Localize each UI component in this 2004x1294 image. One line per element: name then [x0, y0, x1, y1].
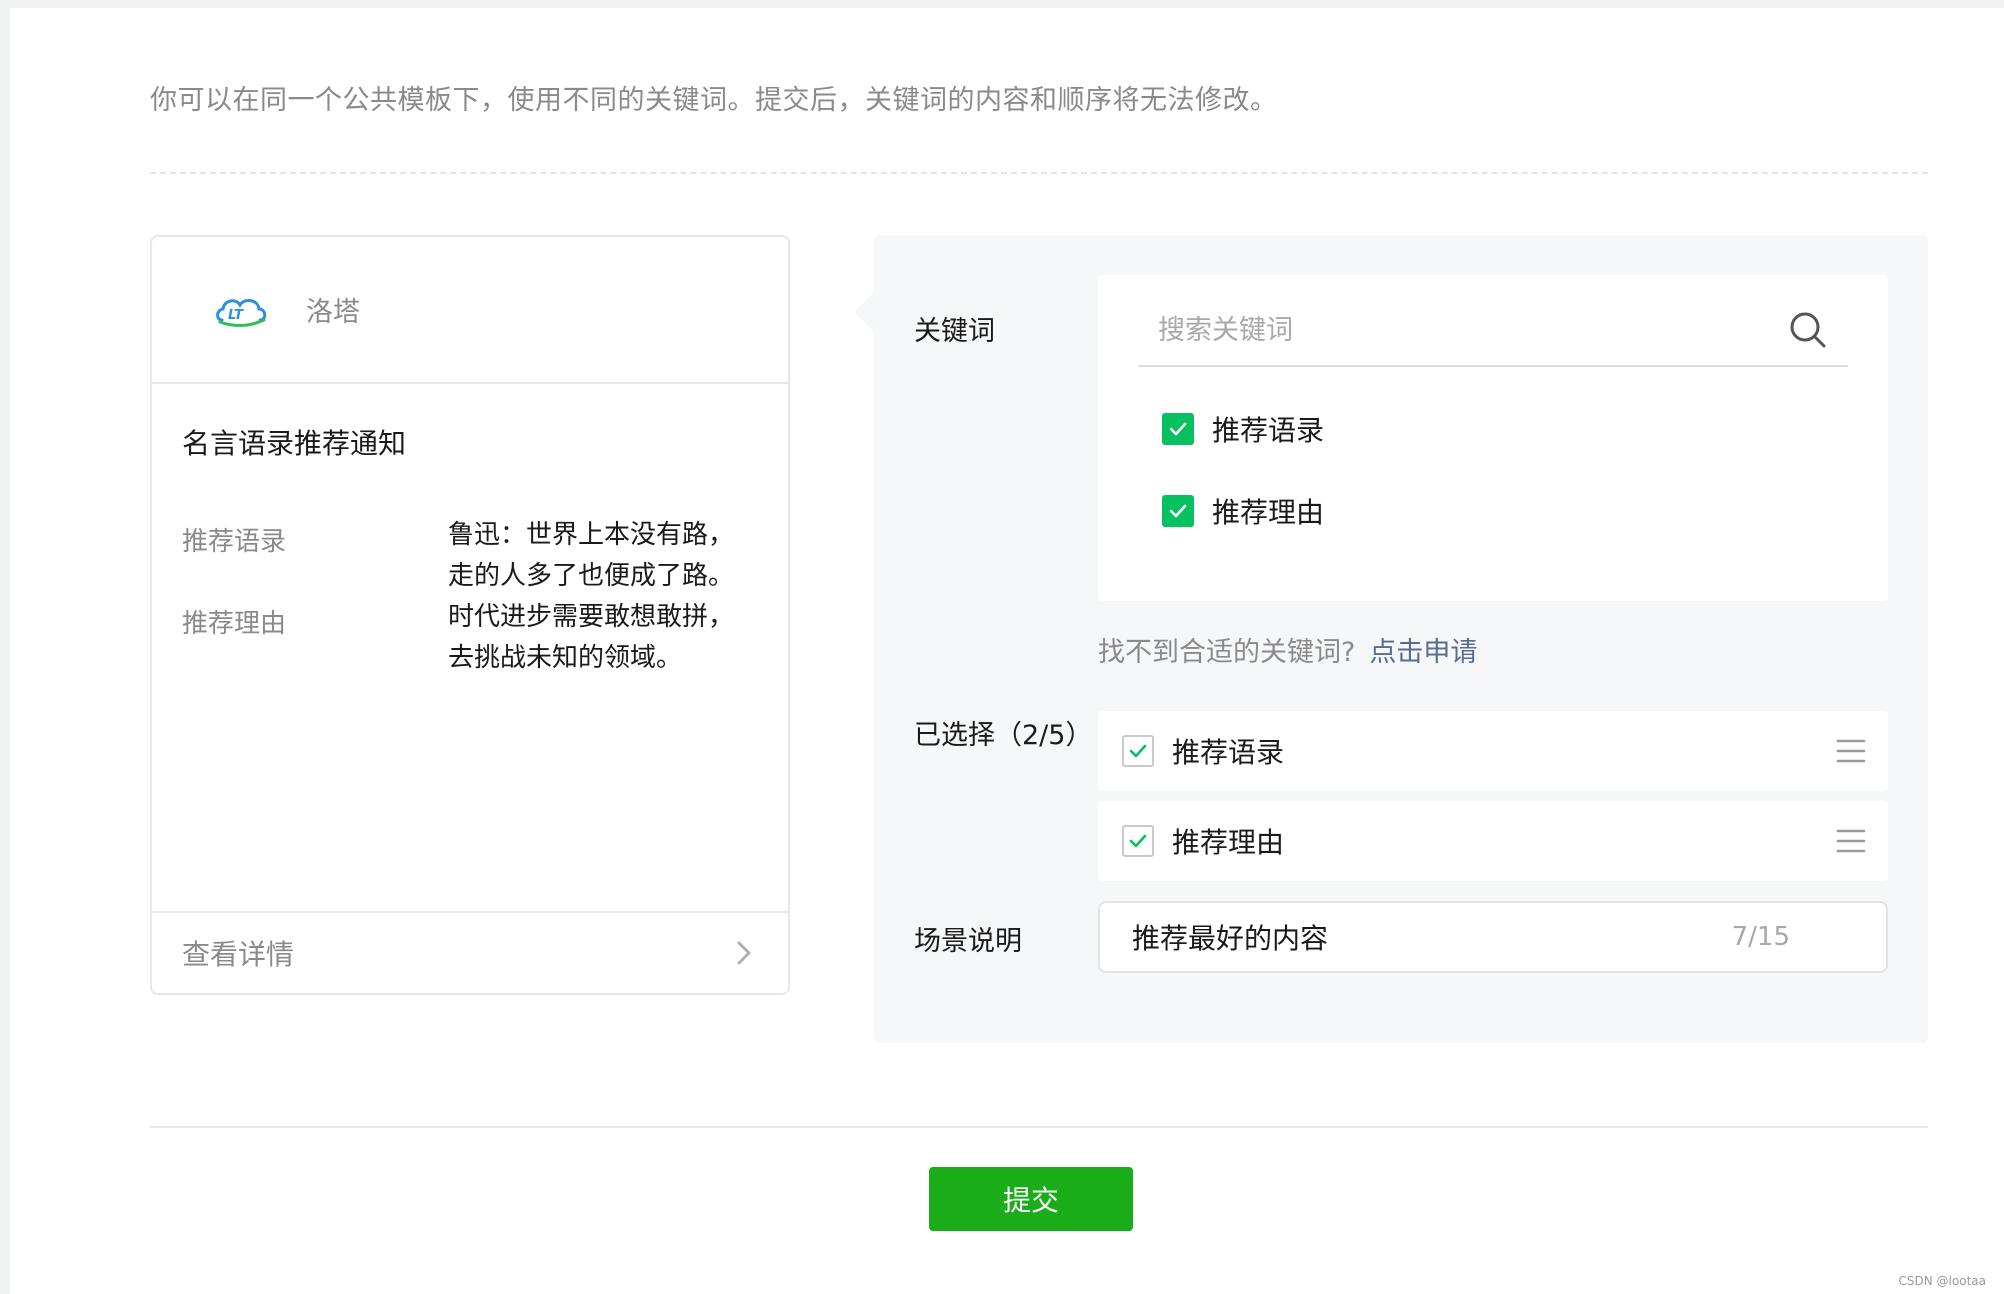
page-container: 你可以在同一个公共模板下，使用不同的关键词。提交后，关键词的内容和顺序将无法修改… [10, 8, 2004, 1294]
selected-item-label: 推荐语录 [1172, 736, 1285, 769]
checkbox-checked-icon[interactable] [1122, 825, 1154, 857]
keywords-label: 关键词 [914, 316, 995, 347]
svg-text:LT: LT [228, 308, 244, 323]
field-value-reason: 时代进步需要敢想敢拼，去挑战未知的领域。 [448, 602, 735, 673]
chevron-right-icon [737, 941, 751, 965]
keyword-picker: 推荐语录 推荐理由 [1098, 275, 1888, 601]
selected-item-content: 推荐语录 [1122, 731, 1284, 771]
bottom-divider [150, 1126, 1928, 1128]
template-preview-card: LT 洛塔 名言语录推荐通知 推荐语录 鲁迅：世界上本没有路，走的人多了也便成了… [150, 235, 790, 995]
keyword-option-label: 推荐理由 [1212, 496, 1325, 529]
view-details-label: 查看详情 [182, 938, 295, 971]
keyword-config-panel: 关键词 推荐语录 推荐理由 [874, 235, 1928, 1043]
panel-pointer [854, 290, 876, 334]
drag-handle-icon[interactable] [1836, 828, 1866, 854]
watermark: CSDN @lootaa [1898, 1274, 1986, 1288]
tip-text: 你可以在同一个公共模板下，使用不同的关键词。提交后，关键词的内容和顺序将无法修改… [150, 85, 1278, 116]
submit-button[interactable]: 提交 [929, 1167, 1133, 1231]
drag-handle-icon[interactable] [1836, 738, 1866, 764]
apply-keyword-link[interactable]: 点击申请 [1369, 637, 1477, 668]
keyword-option[interactable]: 推荐语录 [1162, 409, 1324, 449]
selected-label: 已选择（2/5） [914, 720, 1093, 751]
field-label-reason: 推荐理由 [182, 609, 287, 639]
account-name: 洛塔 [306, 297, 360, 328]
keyword-search-input[interactable] [1158, 314, 1718, 346]
selected-item[interactable]: 推荐理由 [1098, 801, 1888, 881]
keyword-option-label: 推荐语录 [1212, 414, 1325, 447]
scene-description-input[interactable]: 推荐最好的内容 7/15 [1098, 901, 1888, 973]
selected-item-content: 推荐理由 [1122, 821, 1284, 861]
scene-description-value: 推荐最好的内容 [1132, 922, 1329, 955]
hint-text: 找不到合适的关键词? [1098, 637, 1356, 668]
dashed-divider [150, 172, 1928, 174]
card-header: LT 洛塔 [152, 237, 788, 384]
char-counter: 7/15 [1731, 922, 1790, 952]
view-details-link[interactable]: 查看详情 [152, 911, 788, 993]
field-value-quote: 鲁迅：世界上本没有路，走的人多了也便成了路。 [448, 520, 735, 591]
card-title: 名言语录推荐通知 [182, 427, 407, 460]
lt-cloud-logo-icon: LT [216, 298, 267, 327]
selected-item-label: 推荐理由 [1172, 826, 1285, 859]
keyword-hint: 找不到合适的关键词? 点击申请 [1098, 630, 1477, 669]
scene-label: 场景说明 [914, 926, 1022, 957]
checkbox-checked-icon[interactable] [1122, 735, 1154, 767]
selected-item[interactable]: 推荐语录 [1098, 711, 1888, 791]
field-label-quote: 推荐语录 [182, 527, 287, 557]
checkbox-checked-icon[interactable] [1162, 413, 1194, 445]
checkbox-checked-icon[interactable] [1162, 495, 1194, 527]
keyword-search-bar [1138, 295, 1848, 367]
search-icon[interactable] [1788, 310, 1828, 350]
keyword-option[interactable]: 推荐理由 [1162, 491, 1324, 531]
